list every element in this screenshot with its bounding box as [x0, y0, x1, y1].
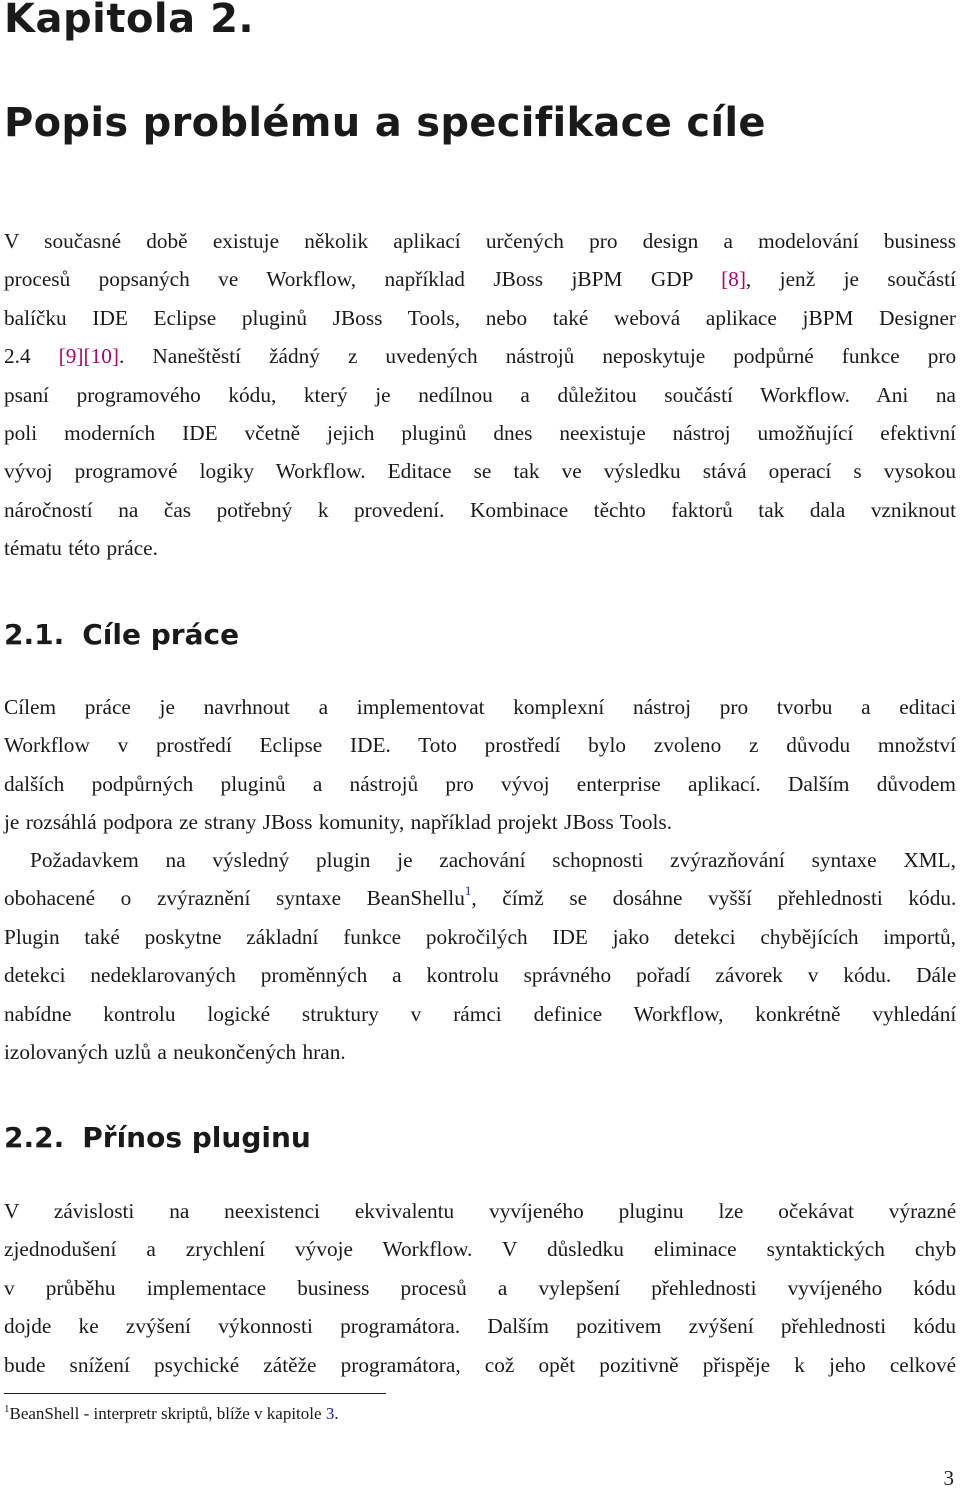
text-line: dojde ke zvýšení výkonnosti programátora… [4, 1314, 956, 1339]
goals-paragraph-2: Požadavkem na výsledný plugin je zachová… [4, 841, 956, 1071]
text-segment: , jenž je součástí [745, 267, 956, 292]
text-line: procesů popsaných ve Workflow, například… [4, 260, 956, 298]
text-line: obohacené o zvýraznění syntaxe BeanShell… [4, 879, 956, 917]
text-segment: 2.4 [4, 344, 59, 369]
text-line: Požadavkem na výsledný plugin je zachová… [30, 848, 956, 872]
text-line: poli moderních IDE včetně jejich pluginů… [4, 421, 956, 446]
section-heading-2-1: 2.1. Cíle práce [4, 618, 239, 651]
text-line: psaní programového kódu, který je nedíln… [4, 382, 956, 407]
section-title: Přínos pluginu [82, 1121, 311, 1154]
text-line: vývoj programové logiky Workflow. Editac… [4, 459, 956, 484]
citation-link-8[interactable]: [8] [721, 267, 746, 291]
text-line: bude snížení psychické zátěže programáto… [4, 1352, 957, 1377]
text-line: náročností na čas potřebný k provedení. … [4, 497, 956, 522]
footnote-divider [4, 1393, 386, 1394]
text-line: detekci nedeklarovaných proměnných a kon… [4, 963, 957, 988]
text-line: Plugin také poskytne základní funkce pok… [4, 924, 956, 949]
text-line: dalších podpůrných pluginů a nástrojů pr… [4, 771, 956, 796]
chapter-label: Kapitola 2. [4, 0, 255, 42]
section-title: Cíle práce [82, 618, 240, 651]
text-line: Cílem práce je navrhnout a implementovat… [4, 695, 956, 719]
text-line: tématu této práce. [4, 536, 158, 561]
text-line: V závislosti na neexistenci ekvivalentu … [4, 1199, 957, 1223]
text-segment: . Naneštěstí žádný z uvedených nástrojů … [118, 344, 957, 369]
text-line: 2.4 [9][10]. Naneštěstí žádný z uvedenýc… [4, 337, 956, 375]
benefits-paragraph: V závislosti na neexistenci ekvivalentu … [4, 1192, 956, 1384]
text-line: je rozsáhlá podpora ze strany JBoss komu… [4, 810, 673, 835]
citation-link-9-10[interactable]: [9][10] [59, 344, 119, 368]
text-segment: procesů popsaných ve Workflow, například… [4, 267, 722, 292]
footnote-end: . [334, 1404, 339, 1423]
text-line: balíčku IDE Eclipse pluginů JBoss Tools,… [4, 305, 956, 330]
text-line: v průběhu implementace business procesů … [4, 1275, 956, 1300]
goals-paragraph-1: Cílem práce je navrhnout a implementovat… [4, 688, 956, 842]
text-line: zjednodušení a zrychlení vývoje Workflow… [4, 1237, 957, 1262]
footnote: 1BeanShell - interpretr skriptů, blíže v… [4, 1402, 339, 1426]
section-number: 2.2. [4, 1121, 65, 1154]
footnote-text: BeanShell - interpretr skriptů, blíže v … [9, 1404, 326, 1423]
section-number: 2.1. [4, 618, 65, 651]
text-line: V současné době existuje několik aplikac… [4, 229, 956, 253]
text-line: Workflow v prostředí Eclipse IDE. Toto p… [4, 733, 956, 758]
section-heading-2-2: 2.2. Přínos pluginu [4, 1121, 311, 1154]
intro-paragraph: V současné době existuje několik aplikac… [4, 222, 956, 568]
chapter-title: Popis problému a specifikace cíle [4, 100, 766, 146]
page-number: 3 [943, 1466, 955, 1490]
text-segment: obohacené o zvýraznění syntaxe BeanShell… [4, 886, 465, 911]
text-segment: , čímž se dosáhne vyšší přehlednosti kód… [471, 886, 957, 911]
text-line: nabídne kontrolu logické struktury v rám… [4, 1001, 957, 1026]
text-line: izolovaných uzlů a neukončených hran. [4, 1040, 346, 1065]
